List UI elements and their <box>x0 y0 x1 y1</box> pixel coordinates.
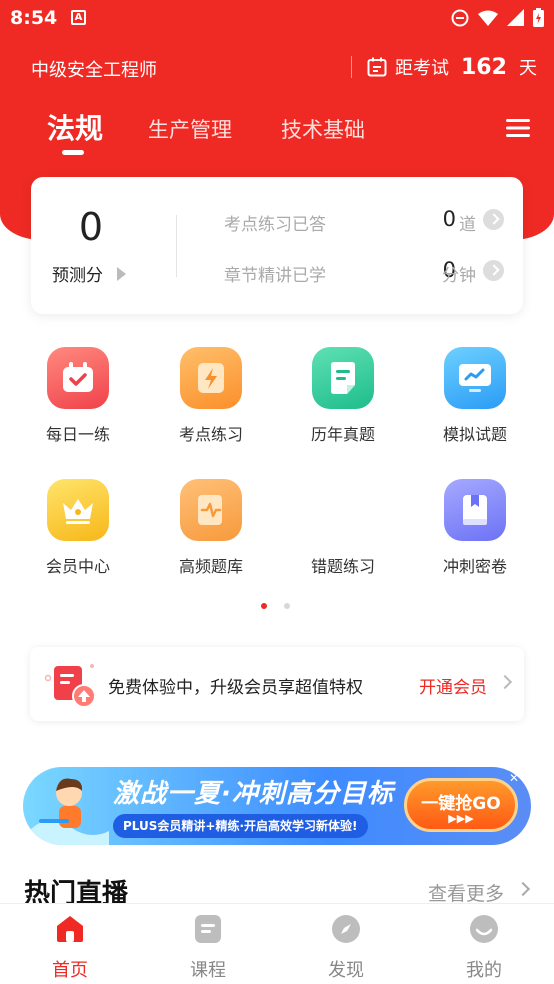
status-bar: 8:54 A <box>0 0 554 36</box>
countdown-days: 162 <box>461 54 507 80</box>
nav-label: 发现 <box>328 960 364 981</box>
crown-icon <box>47 479 109 541</box>
stat-row-chapter-minutes[interactable]: 章节精讲已学 0 分钟 <box>224 258 504 286</box>
predicted-score[interactable]: 0 <box>31 205 151 249</box>
calendar-check-icon <box>47 347 109 409</box>
chevron-right-icon <box>483 209 504 230</box>
close-icon[interactable]: ✕ <box>509 771 519 785</box>
page-dot <box>284 603 290 609</box>
stat-unit: 道 <box>459 215 476 235</box>
page-dot-active <box>261 603 267 609</box>
document-icon <box>312 347 374 409</box>
open-membership-link[interactable]: 开通会员 <box>419 673 487 698</box>
banner-subtitle: PLUS会员精讲+精练·开启高效学习新体验! <box>113 814 368 838</box>
chevron-right-icon[interactable] <box>515 881 531 897</box>
view-more-link[interactable]: 查看更多 <box>428 879 504 906</box>
nav-home[interactable]: 首页 <box>30 914 110 982</box>
stat-row-points-answered[interactable]: 考点练习已答 0 道 <box>224 207 504 235</box>
card-divider <box>176 215 177 277</box>
monitor-chart-icon <box>444 347 506 409</box>
predicted-score-link[interactable]: 预测分 <box>52 261 126 286</box>
progress-card: 0 预测分 考点练习已答 0 道 章节精讲已学 0 分钟 <box>31 177 523 314</box>
stat-label: 考点练习已答 <box>224 215 326 235</box>
grid-label: 错题练习 <box>310 557 375 576</box>
grid-member-center[interactable]: 会员中心 <box>23 479 133 589</box>
calendar-icon <box>367 57 387 77</box>
menu-icon[interactable] <box>506 118 530 138</box>
grid-daily-practice[interactable]: 每日一练 <box>23 347 133 457</box>
stat-label: 章节精讲已学 <box>224 266 326 286</box>
notification-app-icon: A <box>71 10 86 25</box>
triangle-right-icon <box>117 266 126 281</box>
chevron-right-icon <box>497 674 513 690</box>
grab-now-label: 一键抢GO <box>421 794 501 814</box>
promo-banner[interactable]: 激战一夏·冲刺高分目标 PLUS会员精讲+精练·开启高效学习新体验! 一键抢GO… <box>23 767 531 845</box>
grid-wrong-questions[interactable]: 错题练习 <box>288 479 398 589</box>
nav-label: 首页 <box>52 960 88 981</box>
grid-label: 考点练习 <box>178 425 243 444</box>
member-promo-card[interactable]: 免费体验中，升级会员享超值特权 开通会员 <box>30 647 524 721</box>
wifi-icon <box>478 10 498 26</box>
grid-mock-exams[interactable]: 模拟试题 <box>420 347 530 457</box>
status-time: 8:54 <box>10 7 58 29</box>
grid-label: 每日一练 <box>45 425 110 444</box>
exam-title[interactable]: 中级安全工程师 <box>31 56 157 82</box>
countdown-unit: 天 <box>518 58 537 79</box>
student-illustration-icon <box>29 778 109 845</box>
bottom-navigation: 首页 课程 发现 我的 <box>0 903 554 984</box>
grid-past-exams[interactable]: 历年真题 <box>288 347 398 457</box>
course-book-icon <box>195 915 221 943</box>
lightning-doc-icon <box>180 347 242 409</box>
grid-label: 历年真题 <box>310 425 375 444</box>
grid-sprint-papers[interactable]: 冲刺密卷 <box>420 479 530 589</box>
countdown-label: 距考试 <box>395 58 449 79</box>
nav-courses[interactable]: 课程 <box>168 914 248 982</box>
subject-tabs: 法规 生产管理 技术基础 <box>0 104 554 164</box>
stat-unit: 分钟 <box>442 266 476 286</box>
tab-technical-basics[interactable]: 技术基础 <box>281 114 365 144</box>
tab-active-indicator <box>62 150 84 155</box>
nav-label: 课程 <box>190 960 226 981</box>
pulse-scroll-icon <box>180 479 242 541</box>
banner-title: 激战一夏·冲刺高分目标 <box>113 779 394 809</box>
document-upgrade-icon <box>44 664 96 708</box>
grid-label: 高频题库 <box>178 557 243 576</box>
home-icon <box>57 916 83 942</box>
header-divider <box>351 56 352 78</box>
smile-face-icon <box>470 915 498 943</box>
compass-icon <box>332 915 360 943</box>
page-indicator <box>261 603 290 609</box>
book-icon <box>444 479 506 541</box>
chevron-right-icon <box>483 260 504 281</box>
tab-regulations[interactable]: 法规 <box>47 107 103 147</box>
nav-discover[interactable]: 发现 <box>306 914 386 982</box>
grab-now-button[interactable]: 一键抢GO ▶▶▶ <box>404 778 518 832</box>
status-icons <box>451 8 544 27</box>
grid-high-frequency-bank[interactable]: 高频题库 <box>156 479 266 589</box>
exam-countdown[interactable]: 距考试 162 天 <box>367 54 537 80</box>
grid-label: 模拟试题 <box>442 425 507 444</box>
grid-point-practice[interactable]: 考点练习 <box>156 347 266 457</box>
stat-value: 0 <box>442 207 456 231</box>
grid-label: 会员中心 <box>45 557 110 576</box>
predicted-score-label: 预测分 <box>52 266 103 286</box>
dnd-icon <box>451 9 469 26</box>
grid-label: 冲刺密卷 <box>442 557 507 576</box>
tab-production-management[interactable]: 生产管理 <box>148 114 232 144</box>
nav-label: 我的 <box>466 960 502 981</box>
member-promo-text: 免费体验中，升级会员享超值特权 <box>108 678 363 698</box>
nav-profile[interactable]: 我的 <box>444 914 524 982</box>
battery-icon <box>533 8 544 27</box>
signal-icon <box>507 9 524 26</box>
